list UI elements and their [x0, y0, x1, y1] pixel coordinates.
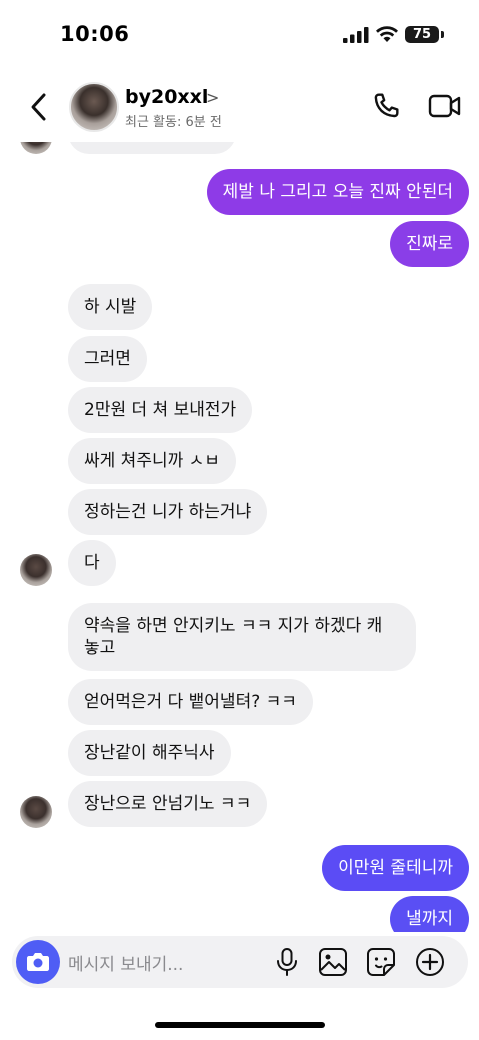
incoming-message[interactable]: 얻어먹은거 다 뱉어낼텨? ㅋㅋ: [68, 679, 313, 725]
camera-icon: [27, 953, 49, 971]
incoming-message[interactable]: 싸게 쳐주니까 ㅅㅂ: [68, 438, 236, 484]
plus-icon[interactable]: [415, 947, 445, 977]
outgoing-message[interactable]: 제발 나 그리고 오늘 진짜 안된더: [206, 169, 469, 215]
wifi-icon: [376, 26, 398, 42]
incoming-message[interactable]: 장난으로 안넘기노 ㅋㅋ: [68, 781, 268, 827]
back-chevron-icon[interactable]: [26, 90, 54, 124]
incoming-message[interactable]: 장난같이 해주닉사: [68, 730, 231, 776]
status-bar: 10:06 75: [0, 0, 479, 70]
message-input[interactable]: 메시지 보내기...: [68, 950, 183, 975]
outgoing-message[interactable]: 이만원 줄테니까: [322, 845, 469, 891]
previous-message-bubble: [68, 142, 236, 154]
incoming-message[interactable]: 2만원 더 쳐 보내전가: [68, 387, 253, 433]
incoming-message[interactable]: 다: [68, 540, 116, 586]
sender-avatar[interactable]: [20, 554, 52, 586]
incoming-message[interactable]: 하 시발: [68, 284, 153, 330]
outgoing-message[interactable]: 진짜로: [390, 221, 469, 267]
home-indicator[interactable]: [155, 1022, 325, 1028]
chat-header: by20xxl > 최근 활동: 6분 전: [0, 70, 479, 142]
incoming-message[interactable]: 약속을 하면 안지키노 ㅋㅋ 지가 하겠다 캐 놓고: [68, 603, 416, 671]
video-icon[interactable]: [428, 92, 462, 120]
camera-button[interactable]: [16, 940, 60, 984]
sticker-icon[interactable]: [366, 947, 396, 977]
profile-avatar[interactable]: [69, 82, 119, 132]
status-time: 10:06: [60, 22, 130, 46]
microphone-icon[interactable]: [274, 947, 300, 977]
message-composer: 메시지 보내기...: [12, 936, 468, 988]
sender-avatar[interactable]: [20, 796, 52, 828]
call-icon[interactable]: [370, 90, 402, 122]
message-thread[interactable]: 제발 나 그리고 오늘 진짜 안된더 진짜로 하 시발 그러면 2만원 더 쳐 …: [0, 142, 479, 932]
incoming-message[interactable]: 그러면: [68, 336, 147, 382]
battery-indicator: 75: [405, 26, 439, 43]
gallery-icon[interactable]: [318, 947, 348, 977]
incoming-message[interactable]: 정하는건 니가 하는거냐: [68, 489, 268, 535]
outgoing-message[interactable]: 낼까지: [390, 896, 469, 932]
sender-avatar: [20, 142, 52, 154]
username[interactable]: by20xxl: [125, 86, 208, 108]
signal-icon: [343, 27, 369, 43]
chevron-right-icon[interactable]: >: [206, 88, 219, 107]
activity-status: 최근 활동: 6분 전: [125, 115, 222, 130]
battery-cap: [441, 31, 444, 38]
